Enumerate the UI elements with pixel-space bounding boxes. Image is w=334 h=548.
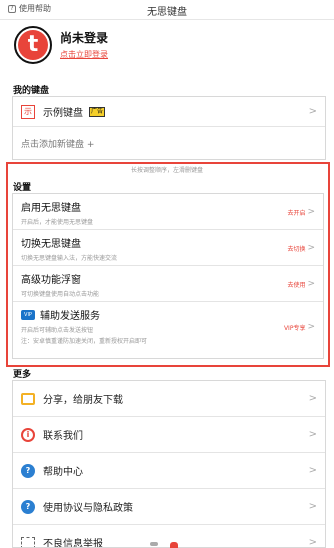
action-label: 去开启 — [287, 209, 306, 217]
reorder-hint: 长按调整顺序，左滑删键盘 — [130, 167, 203, 174]
chevron-right-icon: > — [307, 279, 315, 289]
policy-row[interactable]: ? 使用协议与隐私政策 > — [13, 489, 325, 525]
chevron-right-icon: > — [307, 207, 315, 217]
more-title: 更多 — [13, 370, 32, 380]
enable-action[interactable]: 去开启 > — [287, 207, 315, 217]
help-center-label: 帮助中心 — [43, 467, 83, 478]
profile-name: 尚未登录 — [60, 30, 109, 45]
nav-icon — [170, 542, 178, 548]
bottom-nav-peek — [150, 542, 178, 548]
chevron-right-icon: > — [308, 501, 317, 512]
contact-label: 联系我们 — [43, 431, 83, 442]
vip-service-icon: VIP — [21, 309, 35, 320]
settings-title: 设置 — [13, 183, 32, 193]
example-keyboard-label: 示例键盘 — [43, 108, 83, 119]
action-label: 去切换 — [287, 245, 306, 253]
top-bar: ? 使用帮助 无思键盘 — [0, 0, 334, 20]
example-keyboard-row[interactable]: 示 示例键盘 广告 > — [13, 97, 325, 127]
setting-desc: 开启后可辅助点击发送按钮 — [21, 327, 94, 334]
my-keyboard-title: 我的键盘 — [13, 86, 50, 96]
more-card: 分享，给朋友下载 > i 联系我们 > ? 帮助中心 > ? 使用协议与隐私政策… — [12, 380, 326, 548]
chevron-right-icon: > — [308, 465, 317, 476]
nav-icon — [150, 542, 158, 546]
logo-letter: t — [18, 30, 48, 60]
setting-title: 启用无思键盘 — [21, 203, 81, 214]
chevron-right-icon: > — [308, 429, 317, 440]
login-link[interactable]: 点击立即登录 — [60, 49, 108, 60]
contact-icon: i — [21, 427, 35, 442]
ad-badge: 广告 — [89, 106, 105, 117]
enable-keyboard-row[interactable]: 启用无思键盘 开启后，才能使用无思键盘 去开启 > — [13, 194, 323, 230]
profile-block: t 尚未登录 点击立即登录 — [14, 26, 108, 64]
add-keyboard-label: 点击添加新键盘 + — [21, 139, 95, 150]
chevron-right-icon: > — [307, 322, 315, 332]
setting-title: 切换无思键盘 — [21, 239, 81, 250]
app-title: 无思键盘 — [147, 7, 187, 18]
chevron-right-icon: > — [308, 393, 317, 404]
action-label: VIP专享 — [283, 324, 306, 332]
setting-desc: 开启后，才能使用无思键盘 — [21, 219, 94, 226]
contact-row[interactable]: i 联系我们 > — [13, 417, 325, 453]
vip-action[interactable]: VIP专享 > — [284, 322, 315, 332]
share-icon — [21, 392, 35, 405]
settings-card: 启用无思键盘 开启后，才能使用无思键盘 去开启 > 切换无思键盘 切换无思键盘输… — [12, 193, 324, 359]
floating-window-row[interactable]: 高级功能浮窗 可切换键盘使用自动点击功能 去使用 > — [13, 266, 323, 302]
setting-desc: 可切换键盘使用自动点击功能 — [21, 291, 100, 298]
help-icon: ? — [21, 499, 35, 514]
my-keyboard-card: 示 示例键盘 广告 > 点击添加新键盘 + — [12, 96, 326, 160]
setting-desc: 切换无思键盘输入法，方能快速交流 — [21, 255, 118, 262]
chevron-right-icon: > — [307, 243, 315, 253]
add-keyboard-row[interactable]: 点击添加新键盘 + — [13, 127, 325, 159]
share-label: 分享，给朋友下载 — [43, 395, 123, 406]
assist-send-row[interactable]: VIP 辅助发送服务 开启后可辅助点击发送按钮 注：安卓慎重谨防加速关闭，重新授… — [13, 302, 323, 350]
help-icon: ? — [21, 463, 35, 478]
help-center-row[interactable]: ? 帮助中心 > — [13, 453, 325, 489]
report-icon — [21, 536, 35, 547]
chevron-right-icon: > — [308, 106, 317, 117]
app-logo: t — [14, 26, 52, 64]
use-action[interactable]: 去使用 > — [287, 279, 315, 289]
share-row[interactable]: 分享，给朋友下载 > — [13, 381, 325, 417]
chevron-right-icon: > — [308, 537, 317, 548]
action-label: 去使用 — [287, 281, 306, 289]
switch-keyboard-row[interactable]: 切换无思键盘 切换无思键盘输入法，方能快速交流 去切换 > — [13, 230, 323, 266]
policy-label: 使用协议与隐私政策 — [43, 503, 133, 514]
setting-note: 注：安卓慎重谨防加速关闭，重新授权开启即可 — [21, 338, 148, 345]
setting-title: 辅助发送服务 — [40, 311, 100, 322]
switch-action[interactable]: 去切换 > — [287, 243, 315, 253]
report-label: 不良信息举报 — [43, 539, 103, 548]
setting-title: 高级功能浮窗 — [21, 275, 81, 286]
keyboard-icon: 示 — [21, 104, 35, 119]
